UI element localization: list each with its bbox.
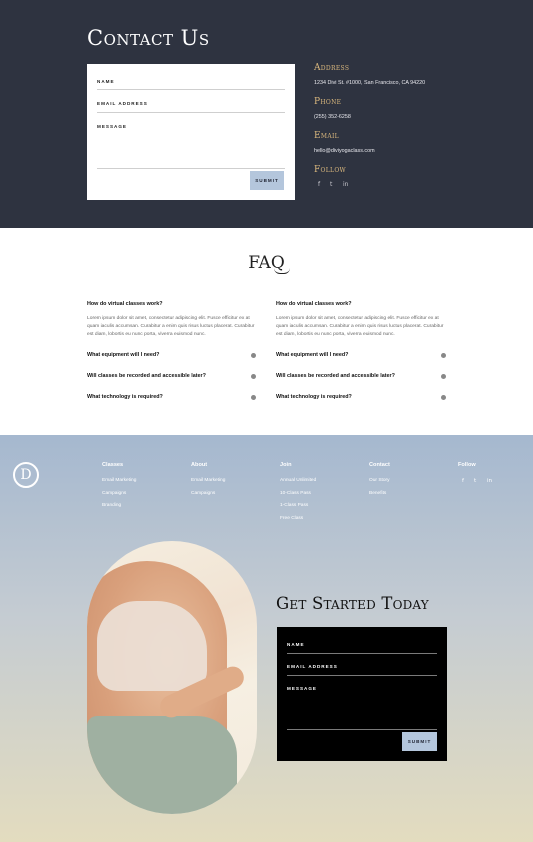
- contact-title: Contact Us: [87, 26, 210, 50]
- footer-link[interactable]: Branding: [102, 503, 121, 508]
- facebook-icon[interactable]: f: [462, 478, 464, 484]
- divi-logo[interactable]: D: [13, 462, 39, 488]
- message-label: Message: [97, 124, 127, 129]
- faq-swash-decoration: [274, 268, 290, 274]
- submit-button[interactable]: Submit: [250, 171, 284, 190]
- twitter-icon[interactable]: t: [474, 478, 476, 484]
- footer-heading-contact: Contact: [369, 462, 390, 468]
- footer-link[interactable]: Campaigns: [102, 491, 126, 496]
- facebook-icon[interactable]: f: [318, 181, 320, 188]
- faq-left-question-equipment[interactable]: What equipment will I need?: [87, 352, 159, 358]
- faq-left-toggle-icon[interactable]: [251, 353, 256, 358]
- message-field[interactable]: [97, 168, 285, 169]
- name-field[interactable]: [287, 653, 437, 654]
- linkedin-icon[interactable]: in: [343, 181, 348, 188]
- faq-left-toggle-icon[interactable]: [251, 395, 256, 400]
- address-text: 1234 Divi St. #1000, San Francisco, CA 9…: [314, 80, 426, 86]
- footer-link[interactable]: Benefits: [369, 491, 386, 496]
- contact-section: Contact Us Name Email Address Message Su…: [0, 0, 533, 228]
- faq-right-open-question[interactable]: How do virtual classes work?: [276, 301, 352, 307]
- faq-right-question-equipment[interactable]: What equipment will I need?: [276, 352, 348, 358]
- footer-link[interactable]: Annual Unlimited: [280, 478, 316, 483]
- footer-heading-about: About: [191, 462, 208, 468]
- faq-left-question-technology[interactable]: What technology is required?: [87, 394, 163, 400]
- yoga-photo: [87, 541, 257, 814]
- footer-link[interactable]: Email Marketing: [191, 478, 225, 483]
- email-label: Email Address: [287, 664, 338, 669]
- faq-left-open-question[interactable]: How do virtual classes work?: [87, 301, 163, 307]
- footer: [0, 435, 533, 842]
- email-heading: Email: [314, 131, 339, 141]
- faq-left-toggle-icon[interactable]: [251, 374, 256, 379]
- footer-heading-join: Join: [280, 462, 292, 468]
- message-label: Message: [287, 686, 317, 691]
- name-label: Name: [97, 79, 115, 84]
- faq-left-question-recorded[interactable]: Will classes be recorded and accessible …: [87, 373, 206, 379]
- faq-title: FAQ: [248, 253, 285, 273]
- footer-link[interactable]: Our Story: [369, 478, 390, 483]
- follow-heading: Follow: [314, 165, 347, 175]
- faq-right-question-recorded[interactable]: Will classes be recorded and accessible …: [276, 373, 395, 379]
- faq-right-open-answer: Lorem ipsum dolor sit amet, consectetur …: [276, 316, 444, 337]
- faq-right-toggle-icon[interactable]: [441, 395, 446, 400]
- faq-left-open-answer: Lorem ipsum dolor sit amet, consectetur …: [87, 316, 255, 337]
- photo-figure-top: [97, 601, 207, 691]
- email-field[interactable]: [97, 112, 285, 113]
- get-started-form: Name Email Address Message Submit: [277, 627, 447, 761]
- faq-right-toggle-icon[interactable]: [441, 353, 446, 358]
- email-text[interactable]: hello@diviyogaclass.com: [314, 148, 375, 154]
- footer-link[interactable]: Free Class: [280, 516, 303, 521]
- message-field[interactable]: [287, 729, 437, 730]
- twitter-icon[interactable]: t: [330, 181, 332, 188]
- name-field[interactable]: [97, 89, 285, 90]
- name-label: Name: [287, 642, 305, 647]
- contact-form: Name Email Address Message Submit: [87, 64, 295, 200]
- email-label: Email Address: [97, 101, 148, 106]
- email-field[interactable]: [287, 675, 437, 676]
- footer-link[interactable]: Campaigns: [191, 491, 215, 496]
- address-heading: Address: [314, 63, 350, 73]
- footer-heading-classes: Classes: [102, 462, 124, 468]
- get-started-title: Get Started Today: [276, 594, 429, 613]
- phone-text: (255) 352-6258: [314, 114, 351, 120]
- footer-heading-follow: Follow: [458, 462, 476, 468]
- linkedin-icon[interactable]: in: [487, 478, 492, 484]
- faq-right-question-technology[interactable]: What technology is required?: [276, 394, 352, 400]
- submit-button[interactable]: Submit: [402, 732, 437, 751]
- footer-link[interactable]: Email Marketing: [102, 478, 136, 483]
- faq-right-toggle-icon[interactable]: [441, 374, 446, 379]
- photo-figure-pants: [87, 716, 237, 814]
- phone-heading: Phone: [314, 97, 342, 107]
- footer-link[interactable]: 1-Class Pass: [280, 503, 308, 508]
- footer-link[interactable]: 10-Class Pass: [280, 491, 311, 496]
